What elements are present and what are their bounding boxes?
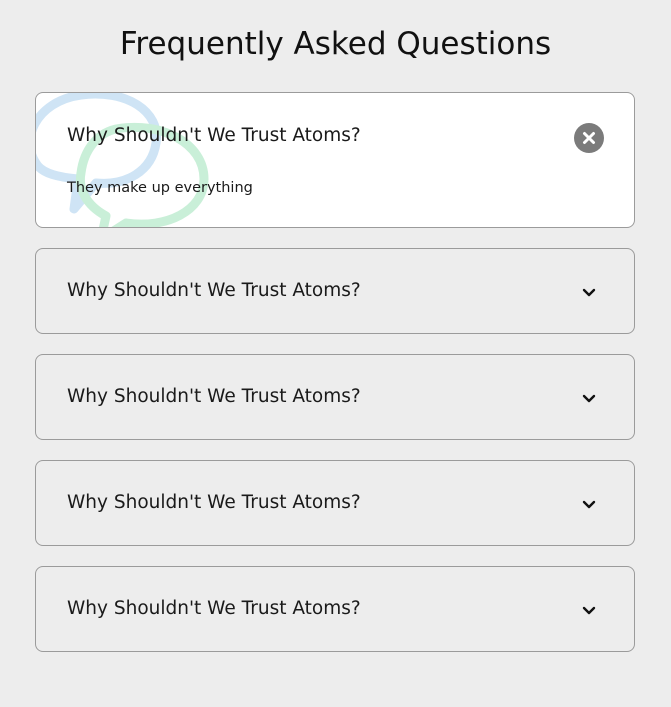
faq-item-3[interactable]: Why Shouldn't We Trust Atoms? xyxy=(35,354,635,440)
expand-button[interactable] xyxy=(574,383,604,413)
chevron-down-icon xyxy=(582,394,596,403)
faq-question: Why Shouldn't We Trust Atoms? xyxy=(67,280,361,301)
chevron-down-icon xyxy=(582,288,596,297)
close-icon xyxy=(583,132,595,144)
faq-list: Why Shouldn't We Trust Atoms? They make … xyxy=(35,92,635,672)
faq-question: Why Shouldn't We Trust Atoms? xyxy=(67,125,361,146)
faq-question: Why Shouldn't We Trust Atoms? xyxy=(67,598,361,619)
expand-button[interactable] xyxy=(574,489,604,519)
faq-answer: They make up everything xyxy=(67,180,253,196)
faq-question: Why Shouldn't We Trust Atoms? xyxy=(67,492,361,513)
expand-button[interactable] xyxy=(574,277,604,307)
close-button[interactable] xyxy=(574,123,604,153)
page-title: Frequently Asked Questions xyxy=(119,26,552,62)
speech-bubbles-icon xyxy=(36,93,209,227)
faq-item-5[interactable]: Why Shouldn't We Trust Atoms? xyxy=(35,566,635,652)
faq-item-1[interactable]: Why Shouldn't We Trust Atoms? They make … xyxy=(35,92,635,228)
chevron-down-icon xyxy=(582,500,596,509)
faq-item-2[interactable]: Why Shouldn't We Trust Atoms? xyxy=(35,248,635,334)
faq-item-4[interactable]: Why Shouldn't We Trust Atoms? xyxy=(35,460,635,546)
chevron-down-icon xyxy=(582,606,596,615)
faq-page: Frequently Asked Questions Why Shouldn't… xyxy=(0,0,671,707)
expand-button[interactable] xyxy=(574,595,604,625)
faq-question: Why Shouldn't We Trust Atoms? xyxy=(67,386,361,407)
